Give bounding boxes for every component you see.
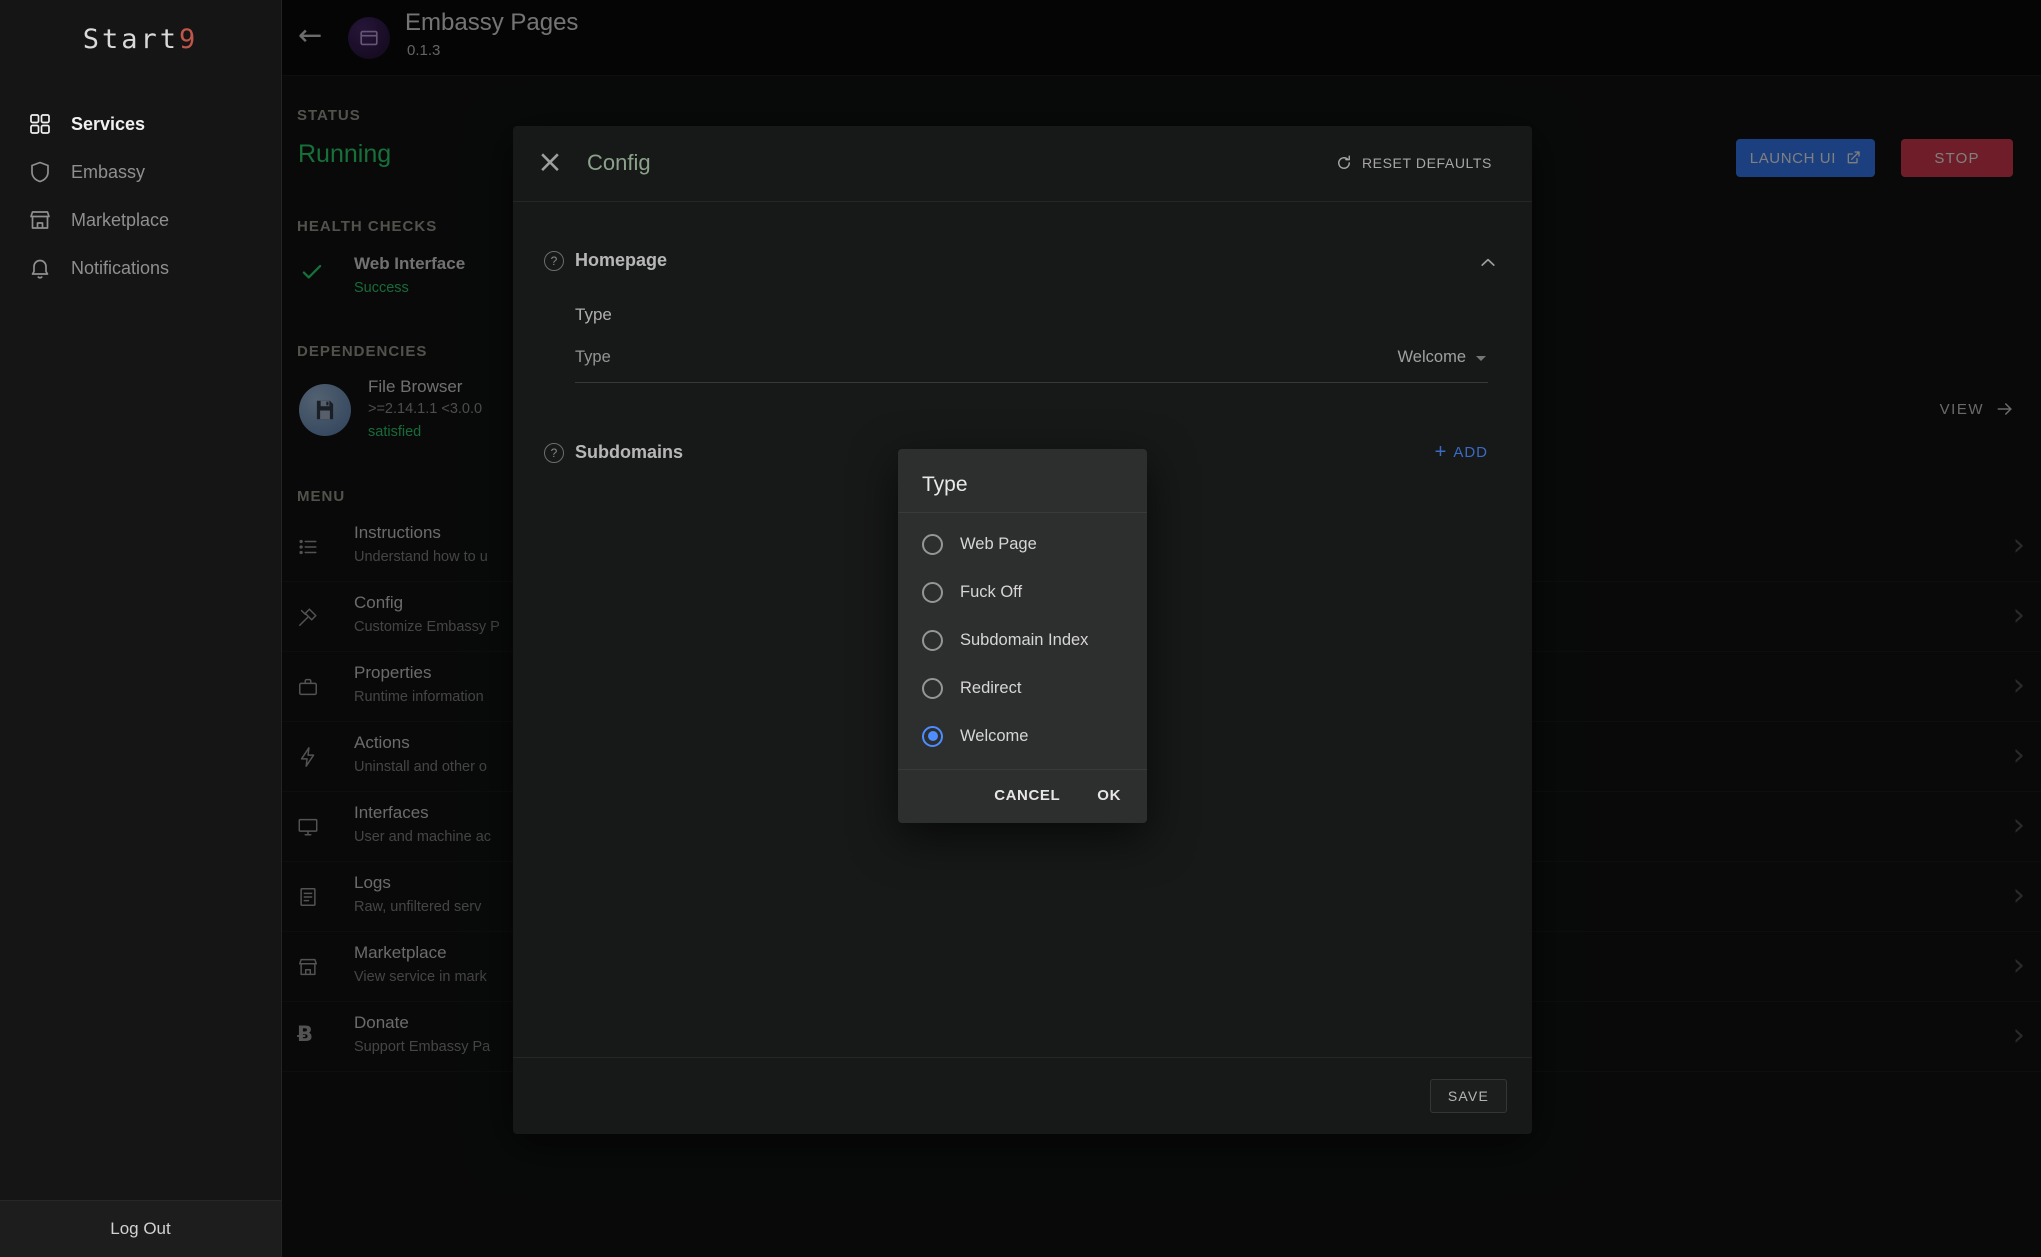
radio-icon xyxy=(922,630,943,651)
shield-icon xyxy=(28,160,52,184)
cancel-button[interactable]: CANCEL xyxy=(994,787,1060,804)
sidebar-item-label: Notifications xyxy=(71,258,169,279)
sidebar-item-label: Embassy xyxy=(71,162,145,183)
sidebar-item-label: Services xyxy=(71,114,145,135)
alert-backdrop[interactable] xyxy=(282,0,2041,1257)
dialog-footer: CANCEL OK xyxy=(898,769,1147,823)
sidebar-nav: Services Embassy Marketplace Notificatio… xyxy=(0,100,281,292)
sidebar-item-label: Marketplace xyxy=(71,210,169,231)
sidebar-item-notifications[interactable]: Notifications xyxy=(0,244,281,292)
radio-option-redirect[interactable]: Redirect xyxy=(898,664,1147,712)
ok-button[interactable]: OK xyxy=(1097,787,1121,804)
logo-accent: 9 xyxy=(179,24,198,55)
sidebar-item-marketplace[interactable]: Marketplace xyxy=(0,196,281,244)
start9-logo: Start9 xyxy=(0,0,281,72)
sidebar: Start9 Services Embassy Marketplace xyxy=(0,0,282,1257)
sidebar-item-embassy[interactable]: Embassy xyxy=(0,148,281,196)
sidebar-item-services[interactable]: Services xyxy=(0,100,281,148)
radio-option-label: Web Page xyxy=(960,535,1037,554)
grid-icon xyxy=(28,112,52,136)
radio-option-welcome[interactable]: Welcome xyxy=(898,712,1147,760)
bell-icon xyxy=(28,256,52,280)
logout-button[interactable]: Log Out xyxy=(0,1200,281,1257)
radio-option-label: Welcome xyxy=(960,727,1028,746)
radio-option-fuck-off[interactable]: Fuck Off xyxy=(898,568,1147,616)
radio-icon xyxy=(922,726,943,747)
radio-icon xyxy=(922,678,943,699)
logo-text: Start xyxy=(83,24,179,55)
radio-icon xyxy=(922,582,943,603)
radio-option-label: Redirect xyxy=(960,679,1021,698)
radio-option-web-page[interactable]: Web Page xyxy=(898,520,1147,568)
app-root: Start9 Services Embassy Marketplace xyxy=(0,0,2041,1257)
type-dialog: Type Web Page Fuck Off Subdomain Index R… xyxy=(898,449,1147,823)
radio-icon xyxy=(922,534,943,555)
storefront-icon xyxy=(28,208,52,232)
radio-option-label: Subdomain Index xyxy=(960,631,1088,650)
radio-option-label: Fuck Off xyxy=(960,583,1022,602)
dialog-title: Type xyxy=(898,449,1147,513)
radio-option-subdomain-index[interactable]: Subdomain Index xyxy=(898,616,1147,664)
radio-group: Web Page Fuck Off Subdomain Index Redire… xyxy=(898,513,1147,769)
